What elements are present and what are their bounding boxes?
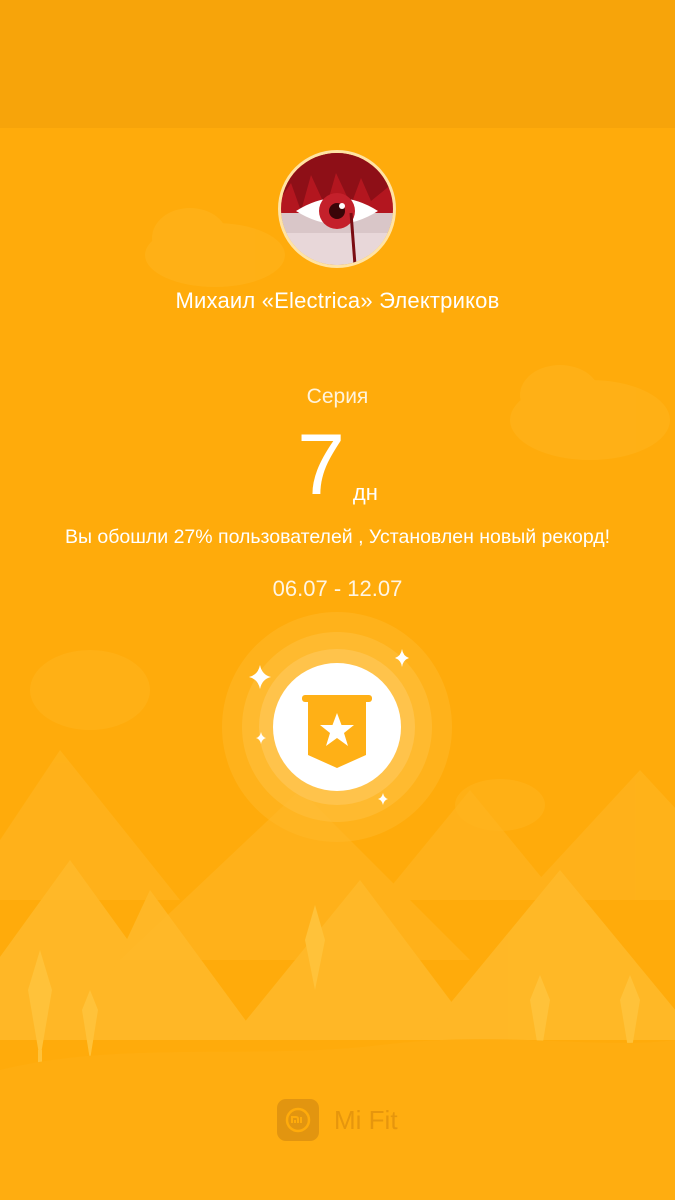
streak-screen: Михаил «Electrica» Электриков Серия 7 дн … bbox=[0, 0, 675, 1200]
achievement-badge bbox=[222, 612, 452, 842]
avatar-image bbox=[281, 153, 393, 265]
streak-label: Серия bbox=[306, 385, 369, 408]
result-text: Вы обошли 27% пользователей , Установлен… bbox=[64, 526, 611, 548]
user-name: Михаил «Electrica» Электриков bbox=[175, 288, 500, 313]
brand-name: Mi Fit bbox=[334, 1104, 398, 1135]
streak-value: 7 bbox=[297, 417, 345, 513]
avatar[interactable] bbox=[278, 150, 396, 268]
streak-unit: дн bbox=[352, 480, 378, 505]
streak-display: 7 дн bbox=[0, 415, 675, 515]
brand-footer: Mi Fit bbox=[277, 1097, 398, 1143]
mi-logo-icon bbox=[277, 1099, 319, 1141]
